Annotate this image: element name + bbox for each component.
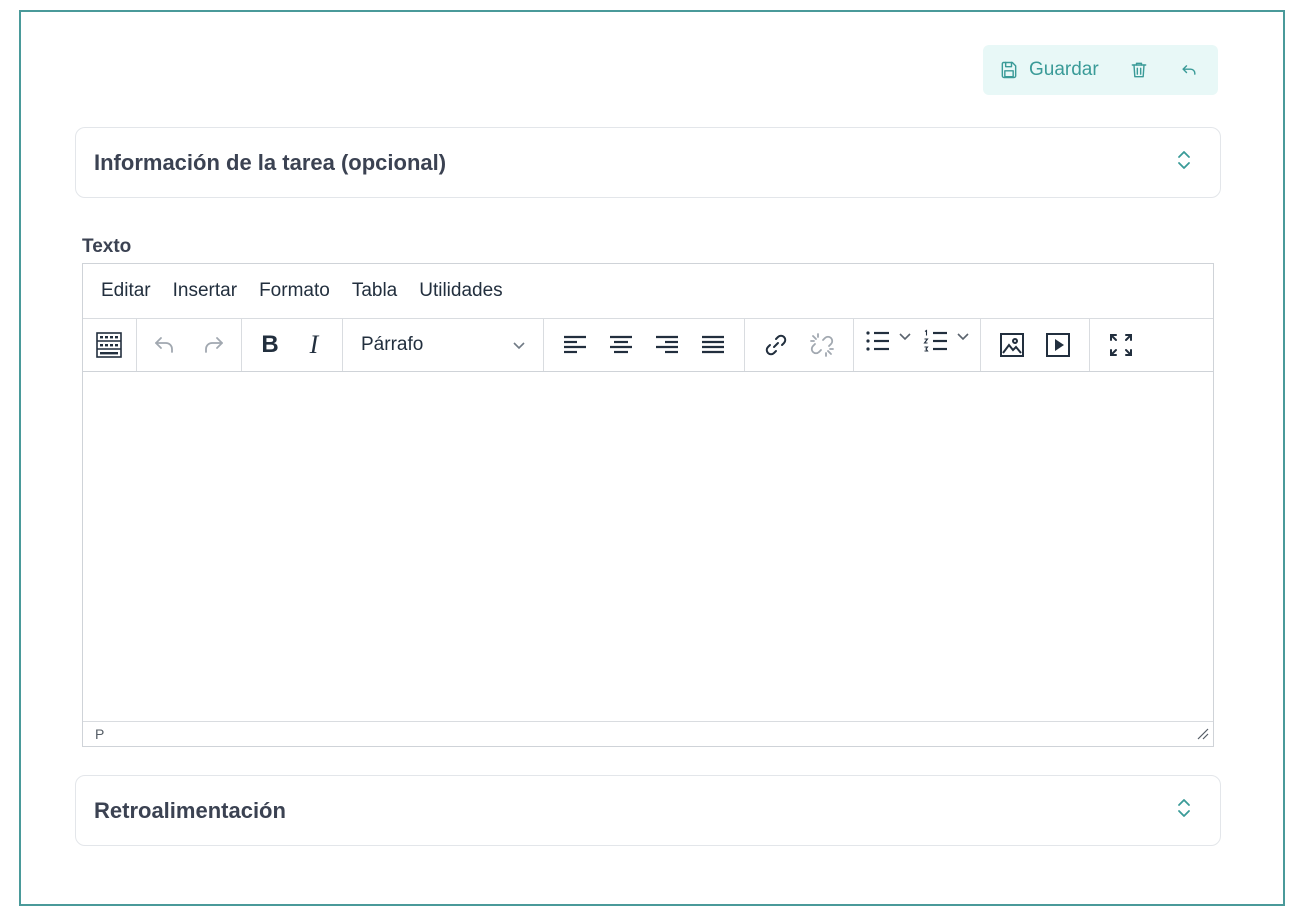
toolbar-group-history: [137, 319, 242, 371]
menu-edit[interactable]: Editar: [101, 280, 151, 302]
toolbar-group-style: B I: [242, 319, 343, 371]
rich-text-editor: Editar Insertar Formato Tabla Utilidades: [82, 263, 1214, 747]
align-center-icon: [610, 335, 632, 354]
image-icon: [1000, 333, 1024, 357]
feedback-section-title: Retroalimentación: [94, 797, 286, 823]
numbered-list-options[interactable]: [952, 325, 974, 365]
bold-icon: B: [261, 331, 279, 358]
toolbar-group-align: [544, 319, 745, 371]
numbered-list-icon: [923, 329, 947, 352]
insert-image-button[interactable]: [989, 325, 1035, 365]
link-button[interactable]: [753, 325, 799, 365]
bullet-list-options[interactable]: [894, 325, 916, 365]
task-info-section-header[interactable]: Información de la tarea (opcional): [75, 127, 1221, 198]
fullscreen-button[interactable]: [1098, 325, 1144, 365]
menu-format[interactable]: Formato: [259, 280, 330, 302]
keyboard-icon: [96, 332, 122, 358]
fullscreen-icon: [1110, 334, 1132, 356]
resize-handle-icon[interactable]: [1197, 728, 1209, 740]
toolbar-group-links: [745, 319, 854, 371]
align-left-button[interactable]: [552, 325, 598, 365]
delete-button[interactable]: [1129, 60, 1149, 80]
toolbar-group-blocks: Párrafo: [343, 319, 544, 371]
toolbar-group-keyboard: [83, 319, 137, 371]
italic-button[interactable]: I: [294, 325, 334, 365]
feedback-section-header[interactable]: Retroalimentación: [75, 775, 1221, 846]
align-right-icon: [656, 335, 678, 354]
toolbar-group-view: [1090, 319, 1152, 371]
revert-button[interactable]: [1179, 60, 1199, 80]
chevron-up-down-icon: [1176, 149, 1192, 176]
revert-icon: [1182, 65, 1196, 75]
toolbar-group-lists: [854, 319, 981, 371]
undo-icon: [155, 337, 173, 353]
editor-content-area[interactable]: [83, 372, 1213, 721]
editor-toolbar: B I Párrafo: [83, 319, 1213, 372]
trash-icon: [1131, 62, 1147, 78]
text-field-label: Texto: [82, 236, 132, 257]
numbered-list-button[interactable]: [920, 325, 952, 365]
align-center-button[interactable]: [598, 325, 644, 365]
align-left-icon: [564, 335, 586, 354]
block-format-select[interactable]: Párrafo: [351, 325, 535, 365]
editor-statusbar: P: [83, 721, 1213, 746]
toolbar-group-media: [981, 319, 1090, 371]
align-right-button[interactable]: [644, 325, 690, 365]
link-icon: [765, 334, 787, 356]
numbered-list-split-button: [920, 325, 974, 365]
block-format-value: Párrafo: [361, 334, 424, 355]
align-justify-button[interactable]: [690, 325, 736, 365]
chevron-down-icon: [957, 333, 969, 341]
menu-tools[interactable]: Utilidades: [419, 280, 502, 302]
keyboard-button[interactable]: [89, 325, 129, 365]
save-button-label: Guardar: [1029, 59, 1099, 80]
menu-table[interactable]: Tabla: [352, 280, 397, 302]
unlink-icon: [810, 333, 834, 357]
italic-icon: I: [309, 330, 319, 359]
media-icon: [1046, 333, 1070, 357]
unlink-button[interactable]: [799, 325, 845, 365]
bullet-list-button[interactable]: [862, 325, 894, 365]
editor-menubar: Editar Insertar Formato Tabla Utilidades: [83, 264, 1213, 319]
insert-media-button[interactable]: [1035, 325, 1081, 365]
menu-insert[interactable]: Insertar: [173, 280, 237, 302]
bullet-list-icon: [866, 331, 889, 351]
element-path[interactable]: P: [95, 726, 104, 742]
redo-button[interactable]: [193, 325, 233, 365]
save-icon: [1001, 61, 1017, 79]
bold-button[interactable]: B: [250, 325, 290, 365]
redo-icon: [205, 337, 223, 353]
action-toolbar: Guardar: [983, 45, 1218, 95]
chevron-down-icon: [513, 342, 525, 350]
chevron-up-down-icon: [1176, 797, 1192, 824]
save-button[interactable]: Guardar: [999, 59, 1099, 81]
task-info-section-title: Información de la tarea (opcional): [94, 149, 447, 175]
align-justify-icon: [702, 335, 724, 354]
bullet-list-split-button: [862, 325, 916, 365]
chevron-down-icon: [899, 333, 911, 341]
undo-button[interactable]: [145, 325, 185, 365]
